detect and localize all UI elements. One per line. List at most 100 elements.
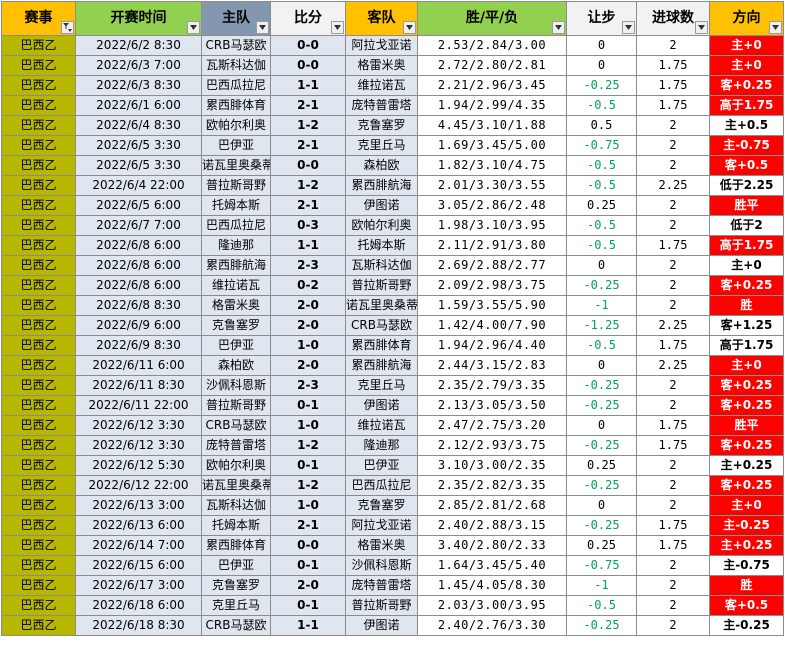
cell-handicap[interactable]: 0.25 <box>566 195 637 216</box>
cell-home-team[interactable]: 瓦斯科达伽 <box>201 495 271 516</box>
cell-away-team[interactable]: 累西腓体育 <box>345 335 418 356</box>
cell-time[interactable]: 2022/6/8 6:00 <box>75 255 202 276</box>
cell-odds[interactable]: 2.85/2.81/2.68 <box>417 495 567 516</box>
cell-away-team[interactable]: 阿拉戈亚诺 <box>345 515 418 536</box>
cell-away-team[interactable]: 克鲁塞罗 <box>345 495 418 516</box>
cell-odds[interactable]: 1.94/2.99/4.35 <box>417 95 567 116</box>
cell-direction[interactable]: 主-0.75 <box>709 135 784 156</box>
cell-home-team[interactable]: 托姆本斯 <box>201 515 271 536</box>
cell-score[interactable]: 1-1 <box>270 615 346 636</box>
cell-league[interactable]: 巴西乙 <box>1 115 76 136</box>
cell-score[interactable]: 2-1 <box>270 135 346 156</box>
cell-direction[interactable]: 胜 <box>709 575 784 596</box>
cell-direction[interactable]: 胜 <box>709 295 784 316</box>
cell-goals[interactable]: 2.25 <box>636 315 710 336</box>
cell-away-team[interactable]: 克里丘马 <box>345 375 418 396</box>
cell-time[interactable]: 2022/6/11 8:30 <box>75 375 202 396</box>
cell-goals[interactable]: 1.75 <box>636 415 710 436</box>
cell-league[interactable]: 巴西乙 <box>1 515 76 536</box>
cell-direction[interactable]: 客+0.25 <box>709 395 784 416</box>
cell-time[interactable]: 2022/6/14 7:00 <box>75 535 202 556</box>
cell-league[interactable]: 巴西乙 <box>1 475 76 496</box>
cell-away-team[interactable]: 诺瓦里奥桑蒂 <box>345 295 418 316</box>
cell-odds[interactable]: 2.72/2.80/2.81 <box>417 55 567 76</box>
cell-league[interactable]: 巴西乙 <box>1 355 76 376</box>
cell-time[interactable]: 2022/6/4 22:00 <box>75 175 202 196</box>
cell-time[interactable]: 2022/6/18 8:30 <box>75 615 202 636</box>
cell-league[interactable]: 巴西乙 <box>1 395 76 416</box>
cell-odds[interactable]: 2.13/3.05/3.50 <box>417 395 567 416</box>
cell-handicap[interactable]: 0 <box>566 415 637 436</box>
cell-away-team[interactable]: CRB马瑟欧 <box>345 315 418 336</box>
cell-score[interactable]: 2-3 <box>270 375 346 396</box>
cell-league[interactable]: 巴西乙 <box>1 495 76 516</box>
cell-league[interactable]: 巴西乙 <box>1 415 76 436</box>
cell-odds[interactable]: 2.53/2.84/3.00 <box>417 35 567 56</box>
cell-home-team[interactable]: 巴西瓜拉尼 <box>201 75 271 96</box>
cell-goals[interactable]: 1.75 <box>636 515 710 536</box>
cell-odds[interactable]: 2.47/2.75/3.20 <box>417 415 567 436</box>
cell-home-team[interactable]: 累西腓航海 <box>201 255 271 276</box>
cell-time[interactable]: 2022/6/11 6:00 <box>75 355 202 376</box>
cell-handicap[interactable]: 0 <box>566 355 637 376</box>
cell-handicap[interactable]: -0.5 <box>566 175 637 196</box>
cell-direction[interactable]: 高于1.75 <box>709 235 784 256</box>
cell-goals[interactable]: 2 <box>636 255 710 276</box>
cell-away-team[interactable]: 沙佩科恩斯 <box>345 555 418 576</box>
cell-time[interactable]: 2022/6/3 7:00 <box>75 55 202 76</box>
cell-score[interactable]: 2-0 <box>270 355 346 376</box>
cell-goals[interactable]: 2 <box>636 135 710 156</box>
cell-direction[interactable]: 主-0.25 <box>709 515 784 536</box>
cell-goals[interactable]: 2 <box>636 595 710 616</box>
cell-league[interactable]: 巴西乙 <box>1 235 76 256</box>
filter-dropdown-icon[interactable] <box>256 21 269 34</box>
cell-goals[interactable]: 1.75 <box>636 95 710 116</box>
cell-goals[interactable]: 2 <box>636 475 710 496</box>
cell-away-team[interactable]: 庞特普雷塔 <box>345 95 418 116</box>
cell-score[interactable]: 2-1 <box>270 95 346 116</box>
cell-time[interactable]: 2022/6/7 7:00 <box>75 215 202 236</box>
cell-goals[interactable]: 2 <box>636 575 710 596</box>
cell-time[interactable]: 2022/6/5 6:00 <box>75 195 202 216</box>
cell-league[interactable]: 巴西乙 <box>1 275 76 296</box>
cell-away-team[interactable]: 伊图诺 <box>345 615 418 636</box>
cell-home-team[interactable]: 巴伊亚 <box>201 135 271 156</box>
filter-active-icon[interactable] <box>61 21 74 34</box>
cell-league[interactable]: 巴西乙 <box>1 375 76 396</box>
cell-time[interactable]: 2022/6/9 8:30 <box>75 335 202 356</box>
cell-time[interactable]: 2022/6/8 8:30 <box>75 295 202 316</box>
cell-handicap[interactable]: 0 <box>566 495 637 516</box>
cell-goals[interactable]: 1.75 <box>636 335 710 356</box>
cell-score[interactable]: 1-0 <box>270 495 346 516</box>
cell-league[interactable]: 巴西乙 <box>1 335 76 356</box>
cell-time[interactable]: 2022/6/13 3:00 <box>75 495 202 516</box>
cell-handicap[interactable]: 0 <box>566 255 637 276</box>
cell-handicap[interactable]: -0.25 <box>566 475 637 496</box>
cell-league[interactable]: 巴西乙 <box>1 455 76 476</box>
cell-direction[interactable]: 胜平 <box>709 415 784 436</box>
cell-home-team[interactable]: 克里丘马 <box>201 595 271 616</box>
cell-time[interactable]: 2022/6/8 6:00 <box>75 275 202 296</box>
cell-direction[interactable]: 客+1.25 <box>709 315 784 336</box>
cell-score[interactable]: 2-1 <box>270 515 346 536</box>
cell-score[interactable]: 0-1 <box>270 555 346 576</box>
cell-handicap[interactable]: -0.25 <box>566 395 637 416</box>
filter-dropdown-icon[interactable] <box>187 21 200 34</box>
cell-home-team[interactable]: 普拉斯哥野 <box>201 395 271 416</box>
cell-time[interactable]: 2022/6/12 3:30 <box>75 415 202 436</box>
cell-odds[interactable]: 1.98/3.10/3.95 <box>417 215 567 236</box>
cell-time[interactable]: 2022/6/5 3:30 <box>75 155 202 176</box>
cell-goals[interactable]: 2 <box>636 455 710 476</box>
cell-odds[interactable]: 2.40/2.88/3.15 <box>417 515 567 536</box>
cell-direction[interactable]: 主+0.25 <box>709 535 784 556</box>
cell-home-team[interactable]: 隆迪那 <box>201 235 271 256</box>
cell-goals[interactable]: 2 <box>636 35 710 56</box>
cell-handicap[interactable]: -0.5 <box>566 595 637 616</box>
cell-home-team[interactable]: 格雷米奥 <box>201 295 271 316</box>
cell-league[interactable]: 巴西乙 <box>1 35 76 56</box>
cell-score[interactable]: 2-0 <box>270 315 346 336</box>
cell-home-team[interactable]: 沙佩科恩斯 <box>201 375 271 396</box>
cell-score[interactable]: 1-0 <box>270 415 346 436</box>
cell-score[interactable]: 1-0 <box>270 335 346 356</box>
cell-league[interactable]: 巴西乙 <box>1 155 76 176</box>
